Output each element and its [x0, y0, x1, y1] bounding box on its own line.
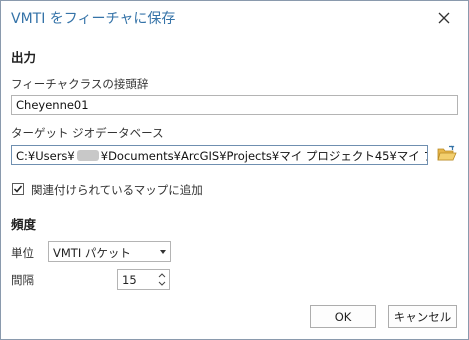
save-vmti-dialog: VMTI をフィーチャに保存 出力 フィーチャクラスの接頭辞 Cheyenne0…: [0, 0, 469, 340]
gdb-path-prefix: C:¥Users¥: [16, 149, 75, 163]
add-to-map-checkbox[interactable]: [12, 183, 24, 195]
fc-prefix-label: フィーチャクラスの接頭辞: [11, 77, 149, 91]
title-bar: VMTI をフィーチャに保存: [1, 1, 468, 34]
target-gdb-label: ターゲット ジオデータベース: [11, 126, 164, 140]
gdb-path-suffix: ¥Documents¥ArcGIS¥Projects¥マイ プロジェクト45¥マ…: [100, 149, 427, 163]
ok-button[interactable]: OK: [310, 305, 376, 328]
dialog-title: VMTI をフィーチャに保存: [11, 11, 176, 27]
browse-gdb-button[interactable]: [437, 145, 457, 163]
frequency-section-title: 頻度: [11, 217, 37, 232]
chevron-up-icon: [158, 272, 166, 277]
unit-select-value: VMTI パケット: [53, 246, 131, 260]
folder-open-icon: [437, 145, 457, 161]
unit-label: 単位: [11, 246, 34, 260]
fc-prefix-input[interactable]: Cheyenne01: [11, 95, 458, 115]
output-section-title: 出力: [11, 50, 37, 65]
interval-spinbox[interactable]: 15: [117, 269, 170, 290]
redacted-username: [76, 150, 99, 161]
check-icon: [13, 185, 23, 193]
target-gdb-input[interactable]: C:¥Users¥ ¥Documents¥ArcGIS¥Projects¥マイ プ…: [11, 145, 428, 165]
spin-down-button[interactable]: [157, 279, 167, 287]
interval-value: 15: [122, 273, 137, 287]
cancel-button[interactable]: キャンセル: [388, 305, 457, 328]
chevron-down-icon: [158, 281, 166, 286]
interval-label: 間隔: [11, 273, 34, 287]
close-icon: [438, 12, 450, 24]
close-button[interactable]: [433, 7, 455, 29]
spin-up-button[interactable]: [157, 271, 167, 279]
chevron-down-icon: [160, 250, 166, 254]
interval-spin-buttons: [157, 271, 167, 288]
add-to-map-label: 関連付けられているマップに追加: [31, 183, 203, 197]
unit-select[interactable]: VMTI パケット: [48, 241, 171, 262]
